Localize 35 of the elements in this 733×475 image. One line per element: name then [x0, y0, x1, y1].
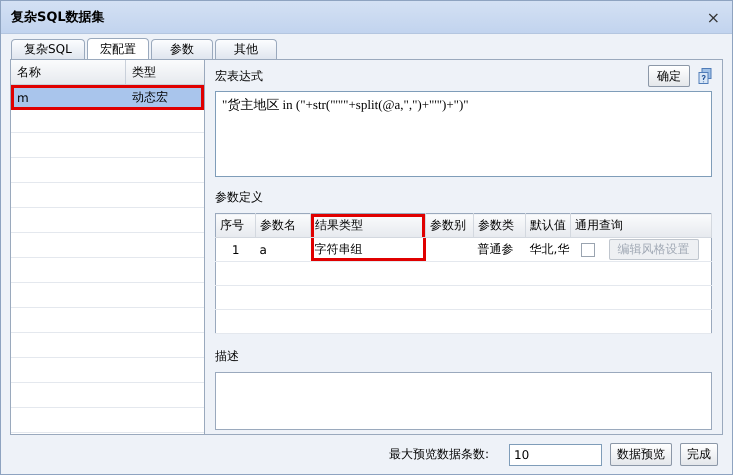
column-header: 默认值 — [526, 214, 570, 238]
expression-field[interactable]: "货主地区 in ("+str("'""+split(@a,",")+"'")+")" — [215, 91, 712, 177]
column-header: 通用查询 — [570, 214, 712, 238]
column-header: 参数别 — [426, 214, 474, 238]
macro-name: m — [16, 90, 30, 106]
column-header: 结果类型 — [310, 214, 426, 238]
help-icon[interactable] — [698, 68, 712, 84]
column-header: 类型 — [131, 64, 156, 80]
tab[interactable]: 宏配置 — [86, 38, 149, 59]
finish-button[interactable]: 完成 — [680, 443, 718, 466]
section-label: 描述 — [215, 348, 240, 364]
column-header: 名称 — [11, 60, 126, 84]
max-rows-label: 最大预览数据条数: — [388, 446, 489, 463]
confirm-button[interactable]: 确定 — [648, 65, 690, 87]
macro-row[interactable]: m 动态宏 — [11, 85, 204, 110]
tab[interactable]: 参数 — [150, 39, 213, 59]
tab[interactable]: 其他 — [214, 39, 277, 59]
description-field[interactable] — [215, 372, 712, 430]
window-title: 复杂SQL数据集 — [11, 9, 106, 26]
column-header: 序号 — [216, 214, 256, 238]
column-header: 参数类 — [474, 214, 526, 238]
max-rows-field[interactable]: 10 — [509, 444, 602, 466]
section-label: 参数定义 — [215, 188, 264, 206]
table-cell: a — [260, 242, 267, 256]
table-cell: 华北,华 — [530, 242, 570, 256]
table-cell: 1 — [232, 242, 240, 256]
macro-type: 动态宏 — [131, 89, 168, 106]
table-cell: 普通参 — [478, 242, 514, 256]
preview-button[interactable]: 数据预览 — [610, 443, 672, 466]
close-button[interactable]: × — [704, 8, 722, 26]
checkbox[interactable] — [580, 242, 594, 257]
tab[interactable]: 复杂SQL — [11, 39, 85, 59]
section-label: 宏表达式 — [215, 68, 264, 84]
table-cell: 字符串组 — [314, 242, 362, 256]
column-header: 参数名 — [256, 214, 310, 238]
